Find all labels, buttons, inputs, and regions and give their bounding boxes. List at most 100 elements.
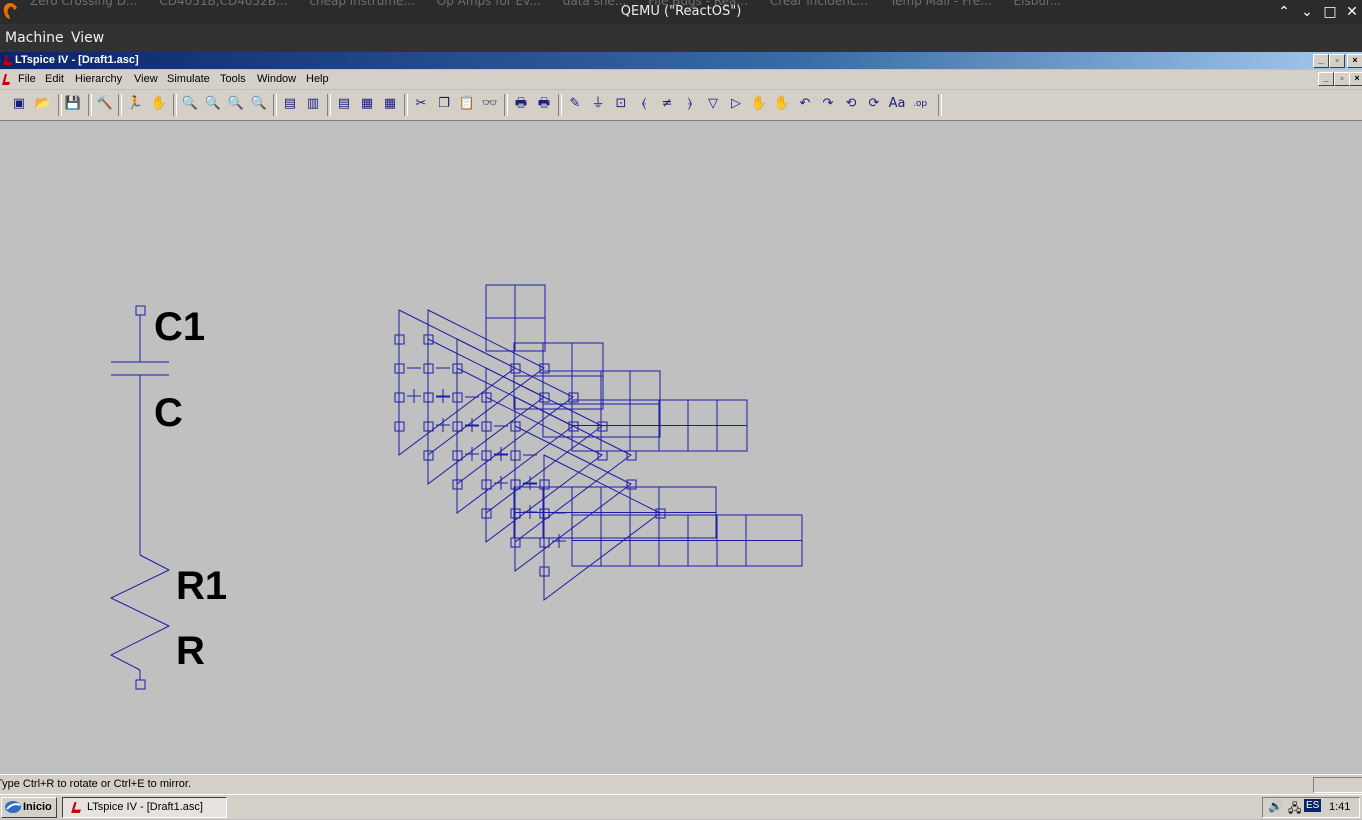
menu-tools[interactable]: Tools <box>220 73 246 85</box>
toolbar-separator <box>404 94 408 116</box>
capacitor-pin-top[interactable] <box>135 305 146 316</box>
host-menu-machine[interactable]: Machine <box>5 30 64 46</box>
redo-icon[interactable]: ↷ <box>819 95 837 113</box>
resistor-value-label[interactable]: R <box>176 629 205 673</box>
find-icon[interactable]: 👓 <box>481 95 499 113</box>
new-schematic-icon[interactable]: ▣ <box>10 95 28 113</box>
move-icon[interactable]: ✋ <box>750 95 768 113</box>
zoom-fit-icon[interactable]: 🔍 <box>250 95 268 113</box>
host-restore-button[interactable]: ⌄ <box>1298 4 1316 20</box>
wire-icon[interactable]: ✎ <box>566 95 584 113</box>
capacitor-value-label[interactable]: C <box>154 391 183 435</box>
tile-icon[interactable]: ▤ <box>335 95 353 113</box>
menu-hierarchy[interactable]: Hierarchy <box>75 73 122 85</box>
menu-edit[interactable]: Edit <box>45 73 64 85</box>
zoom-pan-icon[interactable]: 🔍 <box>204 95 222 113</box>
app-restore-button[interactable]: ▫ <box>1329 54 1345 68</box>
run-icon[interactable]: 🏃 <box>126 95 144 113</box>
host-minimize-button[interactable]: ⌃ <box>1275 4 1293 20</box>
halt-icon[interactable]: ✋ <box>150 95 168 113</box>
toolbar-separator <box>173 94 177 116</box>
cascade-icon[interactable]: ▦ <box>358 95 376 113</box>
doc-minimize-button[interactable]: _ <box>1318 72 1334 86</box>
opamp-pin <box>626 479 637 490</box>
status-text: Type Ctrl+R to rotate or Ctrl+E to mirro… <box>0 778 192 790</box>
network-icon[interactable]: 🖧 <box>1288 799 1301 820</box>
start-label: Inicio <box>23 801 52 813</box>
app-title-bar: LTspice IV - [Draft1.asc] _ ▫ × <box>0 52 1362 69</box>
resistor-pin-bottom[interactable] <box>135 679 146 690</box>
opamp-pin <box>539 363 550 374</box>
print-icon[interactable]: 🖶 <box>535 95 553 113</box>
toolbar-separator <box>118 94 122 116</box>
host-window-title: QEMU ("ReactOS") <box>620 4 742 19</box>
toolbar-separator <box>327 94 331 116</box>
spice-directive-icon[interactable]: .op <box>911 95 929 113</box>
undo-icon[interactable]: ↶ <box>796 95 814 113</box>
diode-icon[interactable]: ▽ <box>704 95 722 113</box>
resistor-ref-label[interactable]: R1 <box>176 564 227 608</box>
open-icon[interactable]: 📂 <box>34 95 52 113</box>
toolbar: ▣ 📂 💾 🔨 🏃 ✋ 🔍 🔍 🔍 🔍 ▤ ▥ ▤ ▦ ▦ ✂ ❐ 📋 👓 🖶 🖶 ✎ ⏚ ⊡ ⦑ ≠ ⦒ ▽ ▷ ✋ ✋ ↶ ↷ ⟲ ⟳ Aa .op <box>0 90 1362 121</box>
opamp-polarity-mark <box>465 396 479 432</box>
toolbar-separator <box>938 94 942 116</box>
toolbar-separator <box>58 94 62 116</box>
component-icon[interactable]: ▷ <box>727 95 745 113</box>
menu-view[interactable]: View <box>134 73 158 85</box>
resistor-symbol <box>109 554 171 671</box>
host-close-button[interactable]: ✕ <box>1343 4 1361 20</box>
taskbar-button-ltspice[interactable]: LTspice IV - [Draft1.asc] <box>62 797 227 818</box>
stacked-opamp-symbols[interactable] <box>394 284 803 601</box>
copy-icon[interactable]: ❐ <box>435 95 453 113</box>
volume-icon[interactable]: 🔊 <box>1268 799 1283 813</box>
taskbar: Inicio LTspice IV - [Draft1.asc] 🔊 🖧 ES … <box>0 794 1362 819</box>
menu-window[interactable]: Window <box>257 73 296 85</box>
ltspice-task-icon <box>71 802 81 813</box>
drag-icon[interactable]: ✋ <box>773 95 791 113</box>
opamp-polarity-mark <box>523 454 537 490</box>
paste-icon[interactable]: 📋 <box>458 95 476 113</box>
reactos-start-icon <box>5 801 21 813</box>
taskbar-button-label: LTspice IV - [Draft1.asc] <box>87 801 203 813</box>
app-title: LTspice IV - [Draft1.asc] <box>15 54 139 66</box>
capacitor-icon[interactable]: ≠ <box>658 95 676 113</box>
app-close-button[interactable]: × <box>1347 54 1362 68</box>
menu-file[interactable]: File <box>18 73 36 85</box>
opamp-polarity-mark <box>494 425 508 461</box>
ground-icon[interactable]: ⏚ <box>589 95 607 113</box>
menu-simulate[interactable]: Simulate <box>167 73 210 85</box>
rotate-icon[interactable]: ⟲ <box>842 95 860 113</box>
control-panel-icon[interactable]: 🔨 <box>96 95 114 113</box>
system-tray: 🔊 🖧 ES 1:41 <box>1262 797 1360 818</box>
zoom-in-icon[interactable]: 🔍 <box>181 95 199 113</box>
app-minimize-button[interactable]: _ <box>1313 54 1329 68</box>
cut-icon[interactable]: ✂ <box>412 95 430 113</box>
language-indicator[interactable]: ES <box>1304 799 1322 812</box>
label-icon[interactable]: ⊡ <box>612 95 630 113</box>
app-menubar: File Edit Hierarchy View Simulate Tools … <box>0 70 1362 89</box>
inductor-icon[interactable]: ⦒ <box>681 95 699 113</box>
save-icon[interactable]: 💾 <box>64 95 82 113</box>
print-setup-icon[interactable]: 🖶 <box>512 95 530 113</box>
host-menubar: Machine View <box>0 24 1362 52</box>
text-icon[interactable]: Aa <box>888 95 906 113</box>
ltspice-logo-icon <box>3 55 12 65</box>
zoom-out-icon[interactable]: 🔍 <box>227 95 245 113</box>
mirror-icon[interactable]: ⟳ <box>865 95 883 113</box>
opamp-pin <box>655 508 666 519</box>
close-windows-icon[interactable]: ▦ <box>381 95 399 113</box>
clock[interactable]: 1:41 <box>1329 801 1350 813</box>
menu-help[interactable]: Help <box>306 73 329 85</box>
host-menu-view[interactable]: View <box>71 30 104 46</box>
opamp-pin <box>597 421 608 432</box>
autoscale-icon[interactable]: ▤ <box>281 95 299 113</box>
doc-restore-button[interactable]: ▫ <box>1334 72 1350 86</box>
host-maximize-button[interactable]: □ <box>1321 4 1339 20</box>
capacitor-ref-label[interactable]: C1 <box>154 305 205 349</box>
schematic-canvas[interactable]: C1 C R1 R <box>0 121 1362 773</box>
start-button[interactable]: Inicio <box>1 797 57 818</box>
delete-traces-icon[interactable]: ▥ <box>304 95 322 113</box>
opamp-polarity-mark <box>407 367 421 403</box>
doc-close-button[interactable]: × <box>1349 72 1362 86</box>
resistor-icon[interactable]: ⦑ <box>635 95 653 113</box>
